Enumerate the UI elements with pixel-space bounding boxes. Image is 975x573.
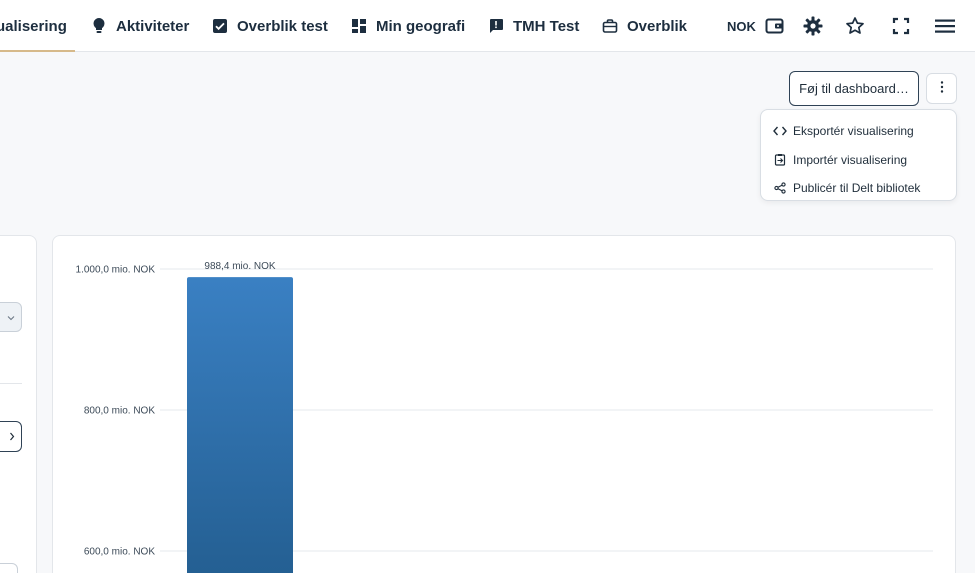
y-tick-label: 600,0 mio. NOK (84, 547, 155, 558)
checkbox-icon (211, 17, 229, 35)
star-icon[interactable] (843, 14, 867, 38)
tab-label: TMH Test (513, 17, 580, 35)
panel-button[interactable] (0, 563, 18, 573)
feedback-icon (487, 17, 505, 35)
fullscreen-icon[interactable] (889, 14, 913, 38)
tab-min-geografi[interactable]: Min geografi (350, 0, 465, 52)
menu-item-import[interactable]: Importér visualisering (761, 146, 956, 175)
menu-item-label: Publicér til Delt bibliotek (793, 181, 921, 196)
menu-item-label: Eksportér visualisering (793, 124, 914, 139)
wallet-icon[interactable] (763, 14, 787, 38)
bar-chart: 1.000,0 mio. NOK 800,0 mio. NOK 600,0 mio.… (76, 261, 933, 573)
chevron-right-icon (9, 428, 15, 446)
kebab-icon (940, 80, 944, 98)
settings-panel (0, 235, 37, 573)
y-tick-label: 1.000,0 mio. NOK (76, 265, 156, 276)
panel-divider (0, 383, 22, 384)
hamburger-icon[interactable] (933, 14, 957, 38)
currency-label[interactable]: NOK (727, 0, 756, 52)
menu-item-label: Importér visualisering (793, 152, 908, 167)
tab-overblik[interactable]: Overblik (601, 0, 687, 52)
tab-label: ualisering (0, 17, 67, 35)
chevron-down-icon (7, 308, 15, 326)
add-to-dashboard-button[interactable]: Føj til dashboard… (789, 71, 919, 106)
lightbulb-icon (90, 17, 108, 35)
menu-item-publish[interactable]: Publicér til Delt bibliotek (761, 174, 956, 203)
gear-icon[interactable] (801, 14, 825, 38)
tab-visualisering[interactable]: ualisering (0, 0, 75, 52)
more-options-button[interactable] (926, 73, 957, 104)
tab-aktiviteter[interactable]: Aktiviteter (90, 0, 189, 52)
tab-label: Overblik test (237, 17, 328, 35)
bar[interactable] (187, 277, 293, 573)
share-icon (772, 181, 787, 196)
briefcase-icon (601, 17, 619, 35)
panel-select[interactable] (0, 302, 22, 332)
y-tick-label: 800,0 mio. NOK (84, 406, 155, 417)
import-icon (772, 152, 787, 167)
tab-label: Overblik (627, 17, 688, 35)
chart-card: 1.000,0 mio. NOK 800,0 mio. NOK 600,0 mio.… (52, 235, 956, 573)
menu-item-export[interactable]: Eksportér visualisering (761, 117, 956, 146)
bar-data-label: 988,4 mio. NOK (204, 261, 275, 272)
tab-label: Aktiviteter (116, 17, 190, 35)
tab-overblik-test[interactable]: Overblik test (211, 0, 328, 52)
options-menu: Eksportér visualisering Importér visuali… (760, 109, 957, 201)
dashboard-icon (350, 17, 368, 35)
code-icon (772, 124, 787, 139)
panel-next-button[interactable] (0, 421, 22, 452)
top-nav: ualisering Aktiviteter Overblik test Min… (0, 0, 975, 52)
tab-tmh-test[interactable]: TMH Test (487, 0, 579, 52)
tab-label: Min geografi (376, 17, 466, 35)
